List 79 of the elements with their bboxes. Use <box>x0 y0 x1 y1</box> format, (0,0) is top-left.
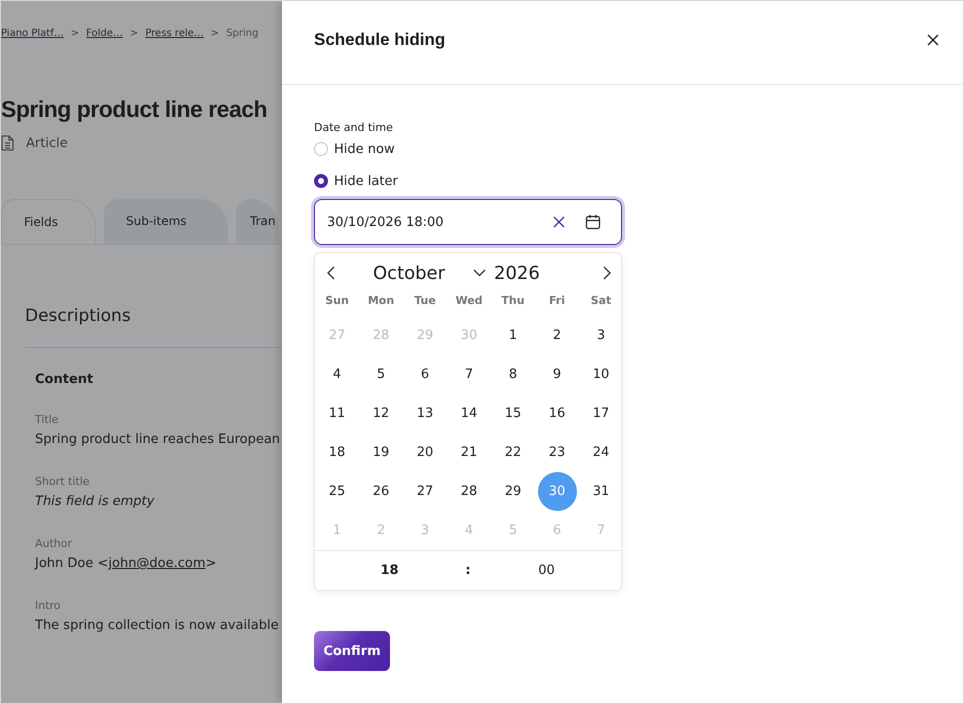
breadcrumb-separator: > <box>70 28 80 41</box>
clear-icon[interactable] <box>553 216 565 228</box>
time-separator: : <box>464 563 472 578</box>
calendar-day[interactable]: 29 <box>494 472 532 511</box>
calendar-day[interactable]: 28 <box>450 472 488 511</box>
calendar-day[interactable]: 13 <box>406 394 444 433</box>
calendar-day[interactable]: 22 <box>494 433 532 472</box>
calendar-day[interactable]: 25 <box>318 472 356 511</box>
calendar-day[interactable]: 14 <box>450 394 488 433</box>
field-value: This field is empty <box>34 494 156 509</box>
calendar-day[interactable]: 23 <box>538 433 576 472</box>
document-icon <box>1 135 14 151</box>
content-type-label: Article <box>26 136 68 150</box>
hour-value[interactable]: 18 <box>315 563 464 578</box>
breadcrumb-item[interactable]: Folde… <box>86 28 123 46</box>
minute-value[interactable]: 00 <box>472 563 622 578</box>
weekday-label: Mon <box>366 293 396 309</box>
calendar-day[interactable]: 10 <box>582 355 620 394</box>
calendar-day[interactable]: 18 <box>318 433 356 472</box>
weekday-label: Sat <box>590 293 612 309</box>
field-value: The spring collection is now available <box>34 618 280 633</box>
radio-label[interactable]: Hide now <box>334 142 395 156</box>
calendar-day[interactable]: 17 <box>582 394 620 433</box>
breadcrumb-item: Spring <box>226 28 258 41</box>
tab[interactable]: Sub-items <box>104 199 228 244</box>
section-title: Descriptions <box>25 305 132 327</box>
calendar-day[interactable]: 9 <box>538 355 576 394</box>
calendar-day[interactable]: 8 <box>494 355 532 394</box>
field-label: Title <box>34 413 60 426</box>
breadcrumb-item[interactable]: Press rele… <box>145 28 204 46</box>
previous-month-icon[interactable] <box>327 266 335 280</box>
breadcrumb-separator: > <box>130 28 138 41</box>
calendar-day[interactable]: 1 <box>494 316 532 355</box>
calendar-day[interactable]: 31 <box>582 472 620 511</box>
tab[interactable]: Fields <box>1 199 96 244</box>
calendar-day[interactable]: 3 <box>582 316 620 355</box>
field-label: Author <box>34 537 74 550</box>
calendar-day[interactable]: 21 <box>450 433 488 472</box>
calendar-day[interactable]: 6 <box>406 355 444 394</box>
calendar-day[interactable]: 12 <box>362 394 400 433</box>
drawer-title: Schedule hiding <box>314 30 446 50</box>
field-label: Date and time <box>314 121 394 134</box>
field-value: John Doe <john@doe.com> <box>33 556 218 571</box>
weekday-label: Thu <box>500 293 526 309</box>
calendar-day[interactable]: 11 <box>318 394 356 433</box>
tab[interactable]: Tran <box>236 199 280 244</box>
confirm-button[interactable]: Confirm <box>314 631 390 671</box>
field-label: Intro <box>34 599 62 612</box>
weekday-label: Tue <box>413 293 437 309</box>
field-label: Short title <box>34 475 91 488</box>
radio-button[interactable] <box>314 174 328 188</box>
year-select[interactable]: 2026 <box>494 262 603 284</box>
date-time-field[interactable]: 30/10/2026 18:00 <box>314 199 622 245</box>
calendar-day[interactable]: 20 <box>406 433 444 472</box>
radio-label[interactable]: Hide later <box>334 174 398 188</box>
calendar-day[interactable]: 27 <box>406 472 444 511</box>
weekday-label: Sun <box>324 293 350 309</box>
breadcrumb-item[interactable]: Piano Platf… <box>1 28 64 46</box>
calendar-icon[interactable] <box>585 214 601 230</box>
calendar-day[interactable]: 7 <box>450 355 488 394</box>
close-icon <box>927 34 939 46</box>
page-title: Spring product line reach <box>1 96 268 123</box>
breadcrumb-separator: > <box>210 28 220 41</box>
calendar-day[interactable]: 4 <box>318 355 356 394</box>
calendar-day[interactable]: 15 <box>494 394 532 433</box>
chevron-down-icon[interactable] <box>473 269 486 277</box>
calendar-day[interactable]: 19 <box>362 433 400 472</box>
calendar-day[interactable]: 24 <box>582 433 620 472</box>
weekday-label: Wed <box>454 293 484 309</box>
group-title: Content <box>34 372 94 387</box>
calendar-day[interactable]: 5 <box>362 355 400 394</box>
calendar-day[interactable]: 2 <box>538 316 576 355</box>
next-month-icon[interactable] <box>603 266 611 280</box>
calendar-day[interactable]: 26 <box>362 472 400 511</box>
month-select[interactable]: October <box>373 262 473 284</box>
field-value: Spring product line reaches European <box>34 432 282 447</box>
weekday-label: Fri <box>548 293 566 309</box>
email-link[interactable]: john@doe.com <box>108 556 206 571</box>
calendar-day[interactable]: 16 <box>538 394 576 433</box>
